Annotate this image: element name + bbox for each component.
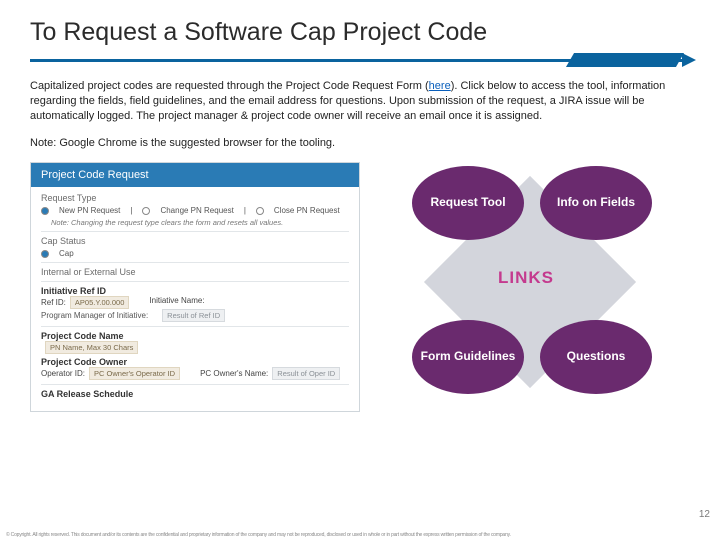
form-screenshot: Project Code Request Request Type New PN… <box>30 162 360 412</box>
pc-name-field: PN Name, Max 30 Chars <box>45 341 138 354</box>
radio-icon <box>41 207 49 215</box>
intro-text-1: Capitalized project codes are requested … <box>30 80 429 92</box>
browser-note: Note: Google Chrome is the suggested bro… <box>30 136 690 151</box>
cap-status-label: Cap Status <box>41 236 349 246</box>
request-type-note: Note: Changing the request type clears t… <box>41 218 349 227</box>
form-title: Project Code Request <box>31 163 359 187</box>
radio-icon <box>256 207 264 215</box>
rt-close: Close PN Request <box>274 206 340 215</box>
cap-status-options: Cap <box>41 249 349 258</box>
cap-opt: Cap <box>59 249 74 258</box>
radio-icon <box>142 207 150 215</box>
op-id-field: PC Owner's Operator ID <box>89 367 180 380</box>
pc-name-label: Project Code Name <box>41 331 349 341</box>
ref-id-field: AP05.Y.00.000 <box>70 296 130 309</box>
rt-change: Change PN Request <box>160 206 233 215</box>
links-center-label: LINKS <box>498 268 554 288</box>
request-type-label: Request Type <box>41 193 349 203</box>
pm-lbl: Program Manager of Initiative: <box>41 311 148 320</box>
own-name-field: Result of Oper ID <box>272 367 340 380</box>
info-on-fields-link[interactable]: Info on Fields <box>540 166 652 240</box>
radio-icon <box>41 250 49 258</box>
initiative-ref-label: Initiative Ref ID <box>41 286 349 296</box>
request-tool-link[interactable]: Request Tool <box>412 166 524 240</box>
init-name-lbl: Initiative Name: <box>149 296 204 305</box>
page-number: 12 <box>699 509 710 520</box>
op-id-lbl: Operator ID: <box>41 369 85 378</box>
own-name-lbl: PC Owner's Name: <box>200 369 268 378</box>
links-cluster: Request Tool Info on Fields Form Guideli… <box>390 152 670 412</box>
ref-id-lbl: Ref ID: <box>41 298 66 307</box>
intro-paragraph: Capitalized project codes are requested … <box>30 79 690 124</box>
pc-owner-label: Project Code Owner <box>41 357 349 367</box>
request-type-options: New PN Request| Change PN Request| Close… <box>41 206 349 215</box>
page-title: To Request a Software Cap Project Code <box>0 0 720 55</box>
title-divider <box>30 55 690 65</box>
questions-link[interactable]: Questions <box>540 320 652 394</box>
copyright-fineprint: © Copyright. All rights reserved. This d… <box>0 532 720 538</box>
form-guidelines-link[interactable]: Form Guidelines <box>412 320 524 394</box>
internal-external-label: Internal or External Use <box>41 267 349 277</box>
pm-field: Result of Ref ID <box>162 309 225 322</box>
ga-release-label: GA Release Schedule <box>41 389 349 399</box>
here-link[interactable]: here <box>429 80 451 92</box>
rt-new: New PN Request <box>59 206 120 215</box>
